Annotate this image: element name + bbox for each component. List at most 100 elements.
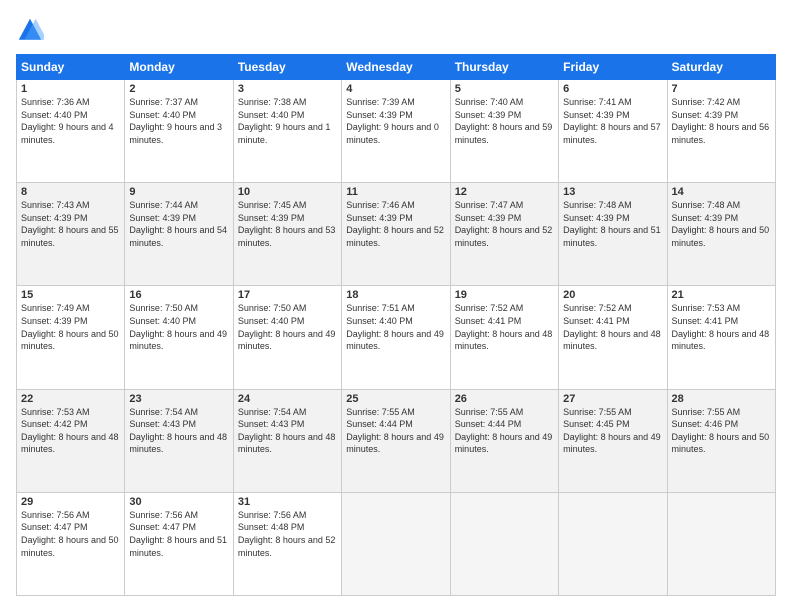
day-number: 25 xyxy=(346,393,445,405)
day-number: 29 xyxy=(21,496,120,508)
calendar-header-thursday: Thursday xyxy=(450,55,558,80)
calendar-header-sunday: Sunday xyxy=(17,55,125,80)
cell-content: Sunrise: 7:36 AMSunset: 4:40 PMDaylight:… xyxy=(21,97,114,145)
calendar-cell: 9 Sunrise: 7:44 AMSunset: 4:39 PMDaylight… xyxy=(125,183,233,286)
cell-content: Sunrise: 7:56 AMSunset: 4:48 PMDaylight:… xyxy=(238,510,336,558)
day-number: 15 xyxy=(21,289,120,301)
calendar-cell: 31 Sunrise: 7:56 AMSunset: 4:48 PMDayligh… xyxy=(233,492,341,595)
cell-content: Sunrise: 7:52 AMSunset: 4:41 PMDaylight:… xyxy=(455,303,553,351)
calendar-cell: 23 Sunrise: 7:54 AMSunset: 4:43 PMDayligh… xyxy=(125,389,233,492)
cell-content: Sunrise: 7:41 AMSunset: 4:39 PMDaylight:… xyxy=(563,97,661,145)
calendar-cell: 7 Sunrise: 7:42 AMSunset: 4:39 PMDaylight… xyxy=(667,80,775,183)
day-number: 28 xyxy=(672,393,771,405)
calendar-cell: 13 Sunrise: 7:48 AMSunset: 4:39 PMDayligh… xyxy=(559,183,667,286)
calendar-header-saturday: Saturday xyxy=(667,55,775,80)
calendar-header-wednesday: Wednesday xyxy=(342,55,450,80)
day-number: 24 xyxy=(238,393,337,405)
day-number: 10 xyxy=(238,186,337,198)
calendar-cell: 2Sunrise: 7:37 AMSunset: 4:40 PMDaylight… xyxy=(125,80,233,183)
calendar-cell: 10 Sunrise: 7:45 AMSunset: 4:39 PMDayligh… xyxy=(233,183,341,286)
calendar-table: SundayMondayTuesdayWednesdayThursdayFrid… xyxy=(16,54,776,596)
cell-content: Sunrise: 7:39 AMSunset: 4:39 PMDaylight:… xyxy=(346,97,439,145)
cell-content: Sunrise: 7:48 AMSunset: 4:39 PMDaylight:… xyxy=(672,200,770,248)
cell-content: Sunrise: 7:55 AMSunset: 4:45 PMDaylight:… xyxy=(563,407,661,455)
cell-content: Sunrise: 7:55 AMSunset: 4:44 PMDaylight:… xyxy=(346,407,444,455)
calendar-cell: 11Sunrise: 7:46 AMSunset: 4:39 PMDayligh… xyxy=(342,183,450,286)
cell-content: Sunrise: 7:54 AMSunset: 4:43 PMDaylight:… xyxy=(238,407,336,455)
cell-content: Sunrise: 7:48 AMSunset: 4:39 PMDaylight:… xyxy=(563,200,661,248)
calendar-cell: 16Sunrise: 7:50 AMSunset: 4:40 PMDayligh… xyxy=(125,286,233,389)
calendar-cell xyxy=(559,492,667,595)
calendar-cell: 24 Sunrise: 7:54 AMSunset: 4:43 PMDayligh… xyxy=(233,389,341,492)
cell-content: Sunrise: 7:42 AMSunset: 4:39 PMDaylight:… xyxy=(672,97,770,145)
day-number: 20 xyxy=(563,289,662,301)
header xyxy=(16,16,776,44)
calendar-cell: 22Sunrise: 7:53 AMSunset: 4:42 PMDayligh… xyxy=(17,389,125,492)
day-number: 16 xyxy=(129,289,228,301)
calendar-cell: 8 Sunrise: 7:43 AMSunset: 4:39 PMDaylight… xyxy=(17,183,125,286)
calendar-cell: 5 Sunrise: 7:40 AMSunset: 4:39 PMDaylight… xyxy=(450,80,558,183)
cell-content: Sunrise: 7:44 AMSunset: 4:39 PMDaylight:… xyxy=(129,200,227,248)
cell-content: Sunrise: 7:56 AMSunset: 4:47 PMDaylight:… xyxy=(129,510,227,558)
cell-content: Sunrise: 7:47 AMSunset: 4:39 PMDaylight:… xyxy=(455,200,553,248)
cell-content: Sunrise: 7:40 AMSunset: 4:39 PMDaylight:… xyxy=(455,97,553,145)
calendar-cell: 4 Sunrise: 7:39 AMSunset: 4:39 PMDaylight… xyxy=(342,80,450,183)
calendar-cell: 1 Sunrise: 7:36 AMSunset: 4:40 PMDaylight… xyxy=(17,80,125,183)
page: SundayMondayTuesdayWednesdayThursdayFrid… xyxy=(0,0,792,612)
cell-content: Sunrise: 7:43 AMSunset: 4:39 PMDaylight:… xyxy=(21,200,119,248)
calendar-header-friday: Friday xyxy=(559,55,667,80)
calendar-header-row: SundayMondayTuesdayWednesdayThursdayFrid… xyxy=(17,55,776,80)
day-number: 31 xyxy=(238,496,337,508)
cell-content: Sunrise: 7:53 AMSunset: 4:42 PMDaylight:… xyxy=(21,407,119,455)
logo-icon xyxy=(16,16,44,44)
cell-content: Sunrise: 7:50 AMSunset: 4:40 PMDaylight:… xyxy=(238,303,336,351)
calendar-cell: 17 Sunrise: 7:50 AMSunset: 4:40 PMDayligh… xyxy=(233,286,341,389)
cell-content: Sunrise: 7:56 AMSunset: 4:47 PMDaylight:… xyxy=(21,510,119,558)
calendar-cell: 15 Sunrise: 7:49 AMSunset: 4:39 PMDayligh… xyxy=(17,286,125,389)
cell-content: Sunrise: 7:46 AMSunset: 4:39 PMDaylight:… xyxy=(346,200,444,248)
day-number: 18 xyxy=(346,289,445,301)
cell-content: Sunrise: 7:54 AMSunset: 4:43 PMDaylight:… xyxy=(129,407,227,455)
calendar-header-tuesday: Tuesday xyxy=(233,55,341,80)
day-number: 21 xyxy=(672,289,771,301)
calendar-cell: 21 Sunrise: 7:53 AMSunset: 4:41 PMDayligh… xyxy=(667,286,775,389)
calendar-cell xyxy=(667,492,775,595)
cell-content: Sunrise: 7:38 AMSunset: 4:40 PMDaylight:… xyxy=(238,97,331,145)
day-number: 1 xyxy=(21,83,120,95)
day-number: 6 xyxy=(563,83,662,95)
calendar-header-monday: Monday xyxy=(125,55,233,80)
cell-content: Sunrise: 7:52 AMSunset: 4:41 PMDaylight:… xyxy=(563,303,661,351)
day-number: 3 xyxy=(238,83,337,95)
calendar-week-4: 22Sunrise: 7:53 AMSunset: 4:42 PMDayligh… xyxy=(17,389,776,492)
day-number: 9 xyxy=(129,186,228,198)
calendar-cell: 6 Sunrise: 7:41 AMSunset: 4:39 PMDaylight… xyxy=(559,80,667,183)
calendar-cell: 18Sunrise: 7:51 AMSunset: 4:40 PMDayligh… xyxy=(342,286,450,389)
day-number: 5 xyxy=(455,83,554,95)
calendar-cell: 14 Sunrise: 7:48 AMSunset: 4:39 PMDayligh… xyxy=(667,183,775,286)
cell-content: Sunrise: 7:45 AMSunset: 4:39 PMDaylight:… xyxy=(238,200,336,248)
cell-content: Sunrise: 7:55 AMSunset: 4:46 PMDaylight:… xyxy=(672,407,770,455)
calendar-cell: 27Sunrise: 7:55 AMSunset: 4:45 PMDayligh… xyxy=(559,389,667,492)
calendar-cell xyxy=(450,492,558,595)
calendar-cell: 19Sunrise: 7:52 AMSunset: 4:41 PMDayligh… xyxy=(450,286,558,389)
day-number: 13 xyxy=(563,186,662,198)
day-number: 17 xyxy=(238,289,337,301)
day-number: 8 xyxy=(21,186,120,198)
day-number: 14 xyxy=(672,186,771,198)
cell-content: Sunrise: 7:53 AMSunset: 4:41 PMDaylight:… xyxy=(672,303,770,351)
calendar-week-1: 1 Sunrise: 7:36 AMSunset: 4:40 PMDaylight… xyxy=(17,80,776,183)
calendar-cell xyxy=(342,492,450,595)
day-number: 4 xyxy=(346,83,445,95)
day-number: 7 xyxy=(672,83,771,95)
calendar-cell: 29 Sunrise: 7:56 AMSunset: 4:47 PMDayligh… xyxy=(17,492,125,595)
calendar-cell: 20 Sunrise: 7:52 AMSunset: 4:41 PMDayligh… xyxy=(559,286,667,389)
calendar-week-2: 8 Sunrise: 7:43 AMSunset: 4:39 PMDaylight… xyxy=(17,183,776,286)
calendar-cell: 12 Sunrise: 7:47 AMSunset: 4:39 PMDayligh… xyxy=(450,183,558,286)
calendar-cell: 28 Sunrise: 7:55 AMSunset: 4:46 PMDayligh… xyxy=(667,389,775,492)
day-number: 2 xyxy=(129,83,228,95)
cell-content: Sunrise: 7:49 AMSunset: 4:39 PMDaylight:… xyxy=(21,303,119,351)
cell-content: Sunrise: 7:55 AMSunset: 4:44 PMDaylight:… xyxy=(455,407,553,455)
day-number: 23 xyxy=(129,393,228,405)
day-number: 12 xyxy=(455,186,554,198)
calendar-cell: 25 Sunrise: 7:55 AMSunset: 4:44 PMDayligh… xyxy=(342,389,450,492)
